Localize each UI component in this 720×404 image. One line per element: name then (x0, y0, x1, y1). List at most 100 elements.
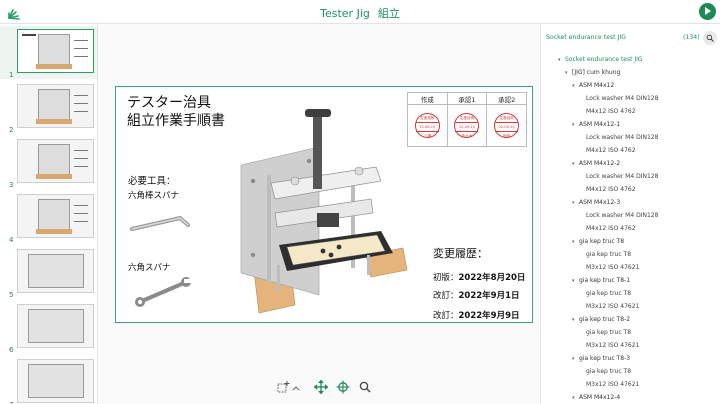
approval-stamp-3: 生産技術 22.09.20 阿部 (494, 112, 520, 138)
tree-title: Socket endurance test JIG (546, 34, 626, 41)
tree-node[interactable]: ▾ gia kep truc T8-3 (572, 352, 630, 365)
history-date: 2022年9月1日 (458, 291, 520, 301)
slide-thumbnail[interactable]: 7 (0, 356, 97, 404)
chevron-down-icon[interactable]: ▾ (558, 54, 565, 67)
thumbnail-title-shape (22, 34, 36, 36)
tree-header: Socket endurance test JIG (134) (541, 31, 720, 47)
tree-node[interactable]: ▾ ASM M4x12-2 (572, 157, 620, 170)
tree-node[interactable]: gia kep truc T8 (579, 365, 631, 378)
approval-header-2: 承認1 (446, 92, 488, 105)
chevron-down-icon[interactable]: ▾ (572, 353, 579, 366)
tree-node[interactable]: ▾ ASM M4x12 (572, 79, 614, 92)
thumbnail-number: 1 (9, 71, 14, 79)
tree-node[interactable]: ▾ gia kep truc T8-1 (572, 274, 630, 287)
search-icon (706, 34, 714, 42)
tree-node[interactable]: gia kep truc T8 (579, 248, 631, 261)
tree-node[interactable]: M4x12 ISO 4762 (579, 105, 636, 118)
slide-thumbnail[interactable]: 1 (0, 26, 97, 79)
thumbnail-text-line (74, 213, 88, 214)
chevron-down-icon[interactable]: ▾ (572, 392, 579, 404)
tree-node[interactable]: ▾ ASM M4x12-4 (572, 391, 620, 404)
chevron-down-icon[interactable]: ▾ (565, 67, 572, 80)
tree-node[interactable]: M4x12 ISO 4762 (579, 144, 636, 157)
approval-header-3: 承認2 (486, 92, 527, 105)
tree-node-label: gia kep truc T8-1 (579, 277, 631, 284)
zoom-icon[interactable] (358, 380, 372, 394)
play-button[interactable] (699, 3, 716, 20)
slide-thumbnail[interactable]: 6 (0, 301, 97, 354)
tree-node[interactable]: M4x12 ISO 4762 (579, 222, 636, 235)
slide-title-line2: 組立作業手順書 (127, 113, 225, 129)
tree-node[interactable]: Lock washer M4 DIN128 (579, 92, 658, 105)
thumbnail-text-line (74, 40, 88, 41)
thumbnail-jig-shape (38, 144, 70, 178)
thumbnail-number: 5 (9, 291, 14, 299)
thumbnail-jig-shape (38, 34, 70, 68)
thumbnail-base-shape (36, 174, 72, 179)
chevron-down-icon[interactable]: ▾ (572, 158, 579, 171)
thumbnail-plate-shape (28, 254, 84, 288)
tree-node-label: M4x12 ISO 4762 (586, 225, 636, 232)
stamp-2-name: 佐々木 (461, 133, 473, 138)
thumbnail-text-line (74, 56, 88, 57)
tree-node-label: gia kep truc T8-3 (579, 355, 631, 362)
tree-node[interactable]: M3x12 ISO 47621 (579, 339, 639, 352)
tree-node[interactable]: ▾ [JIG] cum khung (565, 66, 620, 79)
search-button[interactable] (703, 31, 717, 45)
chevron-down-icon[interactable]: ▾ (572, 80, 579, 93)
approval-stamp-2: 生産技術 22.09.10 佐々木 (454, 112, 480, 138)
tree-node[interactable]: ▾ ASM M4x12-1 (572, 118, 620, 131)
tree-node[interactable]: ▾ Socket endurance test JIG (558, 53, 643, 66)
stamp-2-date: 22.09.10 (455, 123, 479, 132)
thumbnail-image (17, 304, 94, 348)
chevron-down-icon[interactable]: ▾ (572, 275, 579, 288)
chevron-down-icon[interactable]: ▾ (572, 314, 579, 327)
tool-hex-key-label: 六角棒スパナ (128, 191, 180, 201)
history-date: 2022年8月20日 (458, 273, 526, 283)
slide-page: テスター治具 組立作業手順書 必要工具： 六角棒スパナ 六角スパナ 作成 承認1… (115, 86, 533, 323)
tree-node[interactable]: ▾ gia kep truc T8-2 (572, 313, 630, 326)
tree-node[interactable]: Lock washer M4 DIN128 (579, 209, 658, 222)
tree-node-label: ASM M4x12-4 (579, 394, 621, 401)
app-subtitle: 組立 (377, 7, 400, 20)
tree-node-label: ASM M4x12-1 (579, 121, 621, 128)
tree-node-label: ASM M4x12 (579, 82, 615, 89)
chevron-up-icon[interactable] (292, 382, 300, 396)
select-box-icon[interactable] (276, 380, 290, 394)
tree-node[interactable]: Lock washer M4 DIN128 (579, 170, 658, 183)
tree-node[interactable]: gia kep truc T8 (579, 287, 631, 300)
tree-node-label: Lock washer M4 DIN128 (586, 173, 659, 180)
history-entry: 改訂：2022年9月1日 (433, 289, 520, 301)
tree-node-label: M3x12 ISO 47621 (586, 264, 640, 271)
slide-thumbnail[interactable]: 3 (0, 136, 97, 189)
move-icon[interactable] (314, 380, 328, 394)
hex-key-image (130, 216, 190, 231)
thumbnail-plate-shape (28, 309, 84, 343)
canvas-area[interactable]: テスター治具 組立作業手順書 必要工具： 六角棒スパナ 六角スパナ 作成 承認1… (98, 24, 540, 404)
thumbnail-text-line (74, 166, 88, 167)
slide-thumbnail[interactable]: 2 (0, 81, 97, 134)
thumbnail-base-shape (36, 119, 72, 124)
thumbnail-text-line (74, 205, 88, 206)
tree-node-label: Lock washer M4 DIN128 (586, 95, 659, 102)
tree-node[interactable]: ▾ gia kep truc T8 (572, 235, 624, 248)
stamp-2-dept: 生産技術 (455, 114, 479, 123)
tree-node[interactable]: gia kep truc T8 (579, 326, 631, 339)
tree-node[interactable]: Lock washer M4 DIN128 (579, 131, 658, 144)
approval-stamp-1: 生産技術 22.08.15 三澤 (414, 112, 440, 138)
chevron-down-icon[interactable]: ▾ (572, 236, 579, 249)
tree-node[interactable]: ▾ ASM M4x12-3 (572, 196, 620, 209)
chevron-down-icon[interactable]: ▾ (572, 119, 579, 132)
history-label: 改訂： (433, 291, 459, 301)
history-label: 改訂： (433, 311, 459, 321)
tree-node[interactable]: M3x12 ISO 47621 (579, 378, 639, 391)
slide-thumbnail[interactable]: 5 (0, 246, 97, 299)
tree-node[interactable]: M4x12 ISO 4762 (579, 183, 636, 196)
tree-node[interactable]: M3x12 ISO 47621 (579, 261, 639, 274)
chevron-down-icon[interactable]: ▾ (572, 197, 579, 210)
thumbnail-image (17, 29, 94, 73)
orbit-icon[interactable] (336, 380, 350, 394)
tree-node[interactable]: M3x12 ISO 47621 (579, 300, 639, 313)
slide-thumbnail[interactable]: 4 (0, 191, 97, 244)
tree-node-label: M3x12 ISO 47621 (586, 381, 640, 388)
